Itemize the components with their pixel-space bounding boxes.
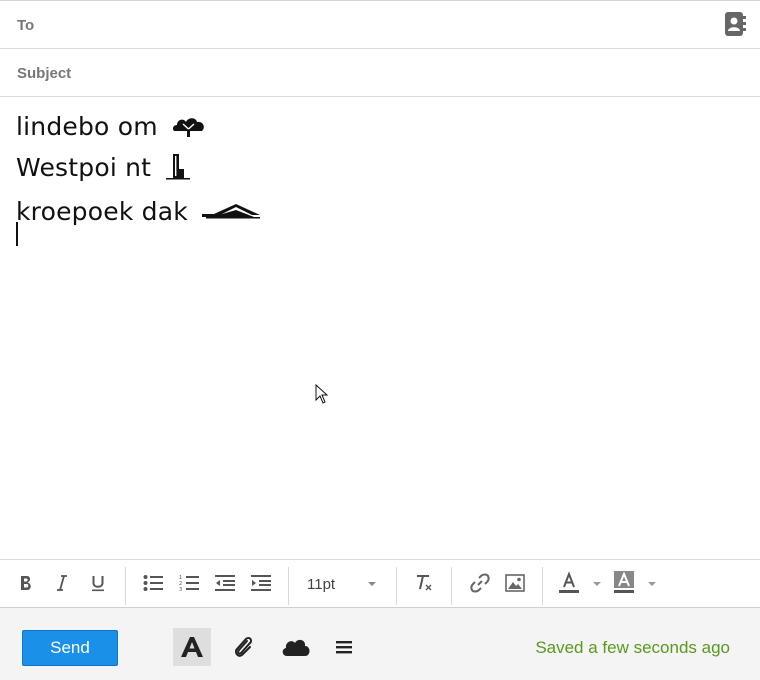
chevron-down-icon	[368, 582, 376, 586]
insert-image-button[interactable]	[500, 568, 530, 598]
text-format-toggle[interactable]	[173, 628, 211, 666]
outdent-button[interactable]	[210, 568, 240, 598]
format-toolbar: 1 2 3 11pt	[0, 559, 760, 608]
indent-icon	[251, 575, 271, 591]
toolbar-divider	[288, 567, 289, 605]
attachment-button[interactable]	[225, 628, 263, 666]
subject-label: Subject	[17, 65, 72, 82]
italic-icon	[57, 575, 67, 591]
image-icon	[505, 574, 525, 592]
roof-icon	[202, 204, 261, 219]
body-line: lindebo om	[16, 110, 206, 141]
mouse-pointer-icon	[315, 384, 329, 404]
font-size-select[interactable]: 11pt	[300, 568, 382, 600]
compose-footer: Send Saved a few seconds ago	[0, 608, 760, 680]
numbered-list-button[interactable]: 1 2 3	[174, 568, 204, 598]
to-row: To	[0, 1, 760, 49]
svg-text:3: 3	[179, 587, 182, 592]
bullet-list-button[interactable]	[138, 568, 168, 598]
chevron-down-icon[interactable]	[593, 582, 601, 586]
text-format-icon	[181, 637, 203, 657]
text-color-button[interactable]	[554, 568, 584, 598]
toolbar-divider	[125, 567, 126, 605]
underline-button[interactable]	[83, 568, 113, 598]
cloud-icon	[282, 639, 310, 656]
numbered-list-icon: 1 2 3	[179, 575, 199, 592]
outdent-icon	[215, 575, 235, 591]
subject-input[interactable]	[90, 59, 710, 89]
more-menu-icon	[336, 641, 352, 654]
text-caret	[16, 222, 18, 246]
chevron-down-icon[interactable]	[648, 582, 656, 586]
body-line-text: lindebo om	[16, 111, 158, 141]
to-input[interactable]	[90, 11, 710, 41]
italic-button[interactable]	[47, 568, 77, 598]
underline-icon	[92, 576, 104, 592]
tree-icon	[172, 118, 204, 137]
more-menu-button[interactable]	[325, 628, 363, 666]
bullet-list-icon	[143, 575, 163, 591]
toolbar-divider	[451, 567, 452, 605]
indent-button[interactable]	[246, 568, 276, 598]
toolbar-divider	[396, 567, 397, 605]
contacts-icon[interactable]	[723, 11, 747, 37]
message-body[interactable]: lindebo om Westpoi nt kroepoek dak	[0, 98, 760, 559]
tower-icon	[166, 154, 191, 180]
link-icon	[470, 573, 490, 593]
highlight-color-icon	[614, 571, 634, 593]
clear-format-button[interactable]	[409, 568, 439, 598]
body-line-text: Westpoi nt	[16, 152, 152, 182]
save-status: Saved a few seconds ago	[535, 638, 730, 657]
send-button[interactable]: Send	[22, 630, 118, 666]
clear-format-icon	[417, 575, 432, 591]
attachment-icon	[234, 636, 253, 657]
subject-row: Subject	[0, 49, 760, 97]
highlight-color-button[interactable]	[609, 568, 639, 598]
body-line-text: kroepoek dak	[16, 196, 188, 226]
body-line: Westpoi nt	[16, 151, 191, 182]
toolbar-divider	[542, 567, 543, 605]
bold-button[interactable]	[11, 568, 41, 598]
text-color-icon	[559, 571, 579, 593]
cloud-button[interactable]	[277, 628, 315, 666]
font-size-value: 11pt	[307, 576, 336, 593]
link-button[interactable]	[465, 568, 495, 598]
bold-icon	[21, 576, 31, 590]
body-line: kroepoek dak	[16, 195, 261, 226]
to-label: To	[17, 17, 35, 34]
